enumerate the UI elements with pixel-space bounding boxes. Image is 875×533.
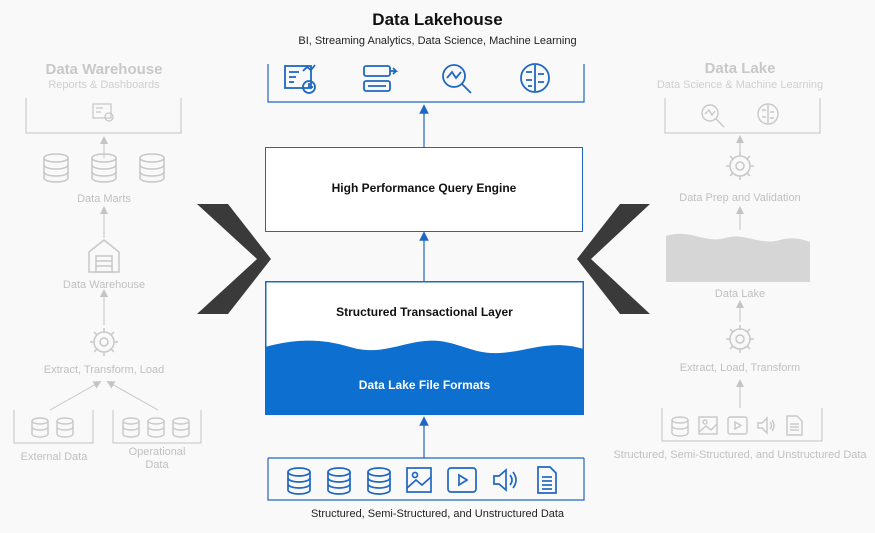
database-icon <box>671 416 689 437</box>
sources-bracket <box>267 458 585 501</box>
warehouse-etl-gear-icon <box>90 328 118 356</box>
file-formats-label: Data Lake File Formats <box>358 378 491 392</box>
lake-elt-label: Extract, Load, Transform <box>679 362 801 374</box>
storage-layer-box: Structured Transactional Layer <box>265 281 584 415</box>
bi-dashboard-icon <box>284 64 316 94</box>
document-icon <box>537 466 557 494</box>
data-science-analysis-icon <box>442 64 472 94</box>
data-marts-icons <box>43 153 165 183</box>
right-chevron <box>577 204 650 314</box>
storage-layer-graphic <box>265 281 584 415</box>
lake-consumer-bracket <box>664 98 821 134</box>
lake-source-icons <box>671 415 803 437</box>
video-icon <box>447 467 477 493</box>
audio-icon <box>757 416 775 435</box>
lake-elt-gear-icon <box>726 325 754 353</box>
lakehouse-consumer-icons <box>284 63 550 94</box>
data-lake-wave <box>666 233 810 282</box>
database-icon <box>327 467 351 495</box>
top-consumers-bracket <box>267 64 585 103</box>
lake-consumer-icons <box>701 103 779 128</box>
image-icon <box>406 467 432 493</box>
lakehouse-subtitle: BI, Streaming Analytics, Data Science, M… <box>298 35 577 47</box>
streaming-data-icon <box>363 65 399 92</box>
data-marts-label: Data Marts <box>77 193 131 205</box>
lake-sources-label: Structured, Semi-Structured, and Unstruc… <box>613 449 867 461</box>
external-data-icons <box>31 417 74 438</box>
document-icon <box>786 415 803 436</box>
lakehouse-title: Data Lakehouse <box>372 10 503 29</box>
lakehouse-source-icons <box>287 466 557 495</box>
operational-data-icons <box>122 417 190 438</box>
machine-learning-brain-icon <box>520 63 550 93</box>
lake-prep-label: Data Prep and Validation <box>679 192 801 204</box>
warehouse-subtitle: Reports & Dashboards <box>48 79 160 91</box>
machine-learning-brain-icon <box>757 103 779 125</box>
video-icon <box>727 416 748 435</box>
image-icon <box>698 416 718 435</box>
query-engine-box: High Performance Query Engine <box>265 147 583 232</box>
query-engine-label: High Performance Query Engine <box>331 181 517 195</box>
reports-dashboard-icon <box>92 103 114 122</box>
lakehouse-sources-label: Structured, Semi-Structured, and Unstruc… <box>310 508 565 520</box>
warehouse-title: Data Warehouse <box>45 61 163 78</box>
database-icon <box>43 153 69 183</box>
left-chevron <box>197 204 271 314</box>
database-icon <box>139 153 165 183</box>
external-data-label: External Data <box>20 451 88 463</box>
warehouse-column <box>13 98 202 444</box>
warehouse-etl-label: Extract, Transform, Load <box>43 364 165 376</box>
transactional-layer-label: Structured Transactional Layer <box>336 305 513 319</box>
data-lake-label: Data Lake <box>714 288 766 300</box>
lake-prep-gear-icon <box>726 152 754 180</box>
data-warehouse-label: Data Warehouse <box>62 279 146 291</box>
lake-subtitle: Data Science & Machine Learning <box>656 79 824 91</box>
data-science-analysis-icon <box>701 104 725 128</box>
lakehouse-diagram: Data Lakehouse BI, Streaming Analytics, … <box>0 0 875 533</box>
database-icon <box>367 467 391 495</box>
audio-icon <box>493 468 517 492</box>
warehouse-building-icon <box>88 239 120 273</box>
database-icon <box>91 153 117 183</box>
database-icon <box>287 467 311 495</box>
warehouse-consumer-bracket <box>25 98 182 134</box>
lake-title: Data Lake <box>704 60 776 77</box>
operational-data-label: Operational Data <box>128 446 186 471</box>
